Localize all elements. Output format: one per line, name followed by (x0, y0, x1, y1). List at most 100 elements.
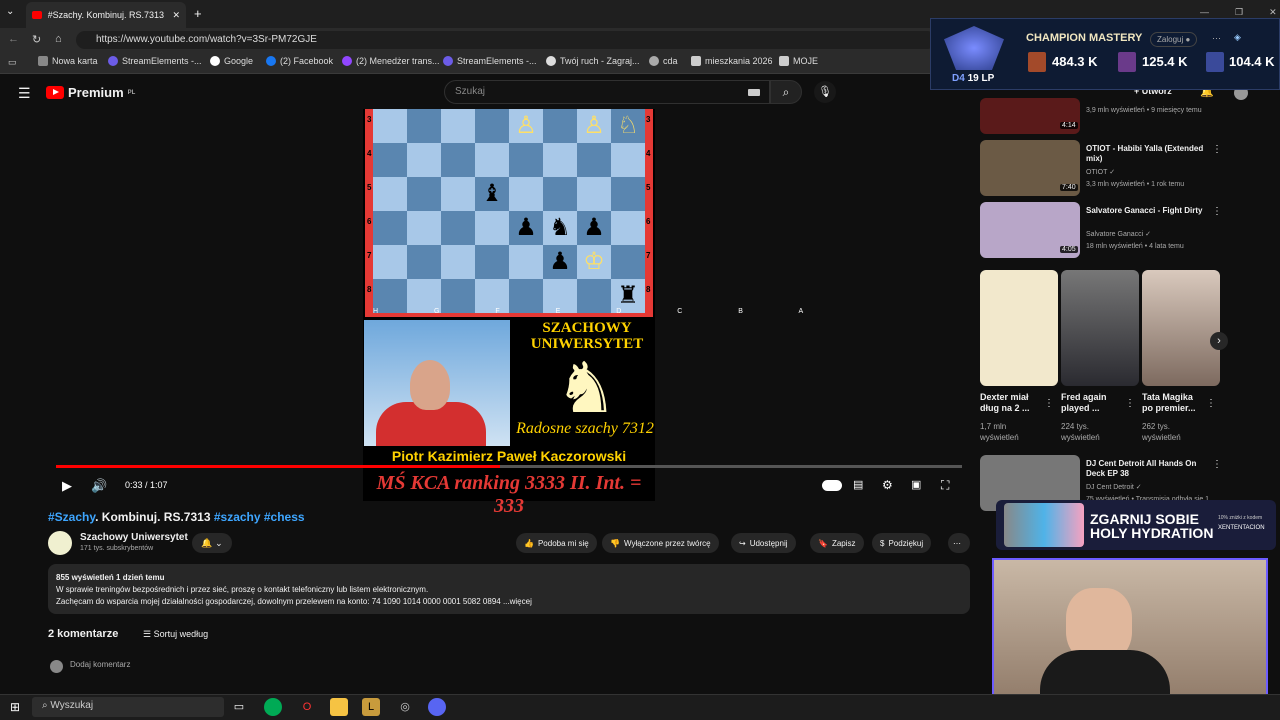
more-actions-icon[interactable]: ⋯ (948, 533, 970, 553)
bookmark-item[interactable]: StreamElements -... (443, 56, 537, 66)
rank-label: 8 (646, 285, 651, 294)
reading-list-icon[interactable]: ▭ (8, 57, 17, 68)
file-explorer-icon[interactable] (330, 698, 348, 716)
description-box[interactable]: 855 wyświetleń 1 dzień temu W sprawie tr… (48, 564, 970, 614)
search-input[interactable]: Szukaj (444, 80, 770, 104)
close-icon[interactable]: ✕ (172, 10, 180, 21)
discord-icon[interactable] (428, 698, 446, 716)
tab-list-icon[interactable]: ⌄ (6, 6, 14, 17)
reload-icon[interactable]: ↻ (32, 33, 41, 46)
more-options-icon[interactable]: ⋮ (1212, 144, 1222, 155)
minimize-icon[interactable]: — (1200, 7, 1209, 18)
chess-piece: ♘ (617, 112, 639, 139)
bookmark-item[interactable]: Google (210, 56, 253, 66)
more-options-icon[interactable]: ⋮ (1206, 398, 1216, 409)
volume-icon[interactable]: 🔊 (91, 478, 107, 494)
app-icon[interactable]: ◎ (396, 698, 414, 716)
short-thumbnail[interactable] (1142, 270, 1220, 386)
bookmark-item[interactable]: (2) Menedżer trans... (342, 56, 440, 66)
ad-product-image (1004, 503, 1084, 547)
close-window-icon[interactable]: ✕ (1269, 7, 1277, 18)
settings-icon[interactable]: ⚙ (882, 478, 893, 492)
channel-name[interactable]: OTIOT ✓ (1086, 168, 1216, 178)
home-icon[interactable]: ⌂ (55, 33, 62, 45)
notification-bell-button[interactable]: 🔔 ⌄ (192, 533, 232, 553)
mastery-stat: 484.3 K (1052, 54, 1098, 69)
taskbar-search[interactable]: ⌕ Wyszukaj (32, 697, 224, 717)
opera-icon[interactable]: O (298, 698, 316, 716)
keyboard-icon[interactable] (748, 89, 760, 96)
edge-browser-icon[interactable] (264, 698, 282, 716)
more-options-icon[interactable]: ⋮ (1212, 206, 1222, 217)
mic-icon[interactable]: 🎙 (814, 81, 836, 103)
progress-bar[interactable] (56, 465, 962, 468)
back-icon[interactable]: ← (8, 33, 19, 45)
rank-lp: D4 19 LP (952, 73, 994, 84)
bookmark-folder[interactable]: mieszkania 2026 (691, 56, 773, 66)
copilot-icon[interactable]: ◈ (1234, 32, 1241, 43)
bookmark-item[interactable]: cda (649, 56, 678, 66)
duration-badge: 4:05 (1060, 246, 1078, 253)
like-button[interactable]: 👍 Podoba mi się (516, 533, 597, 553)
youtube-logo[interactable]: Premium PL (46, 85, 135, 100)
bookmark-item[interactable]: Nowa karta (38, 56, 98, 66)
more-options-icon[interactable]: ⋮ (1212, 459, 1222, 470)
bookmark-item[interactable]: Twój ruch - Zagraj... (546, 56, 640, 66)
video-title[interactable]: DJ Cent Detroit All Hands On Deck EP 38 (1086, 459, 1206, 479)
title-hashtags[interactable]: #szachy #chess (214, 510, 305, 524)
login-button[interactable]: Zaloguj ● (1150, 32, 1198, 47)
channel-name[interactable]: Salvatore Ganacci ✓ (1086, 230, 1216, 240)
fullscreen-icon[interactable]: ⛶ (941, 478, 949, 493)
autoplay-toggle[interactable] (822, 480, 842, 491)
ad-brand: XENTENTACION (1218, 525, 1265, 531)
channel-name[interactable]: DJ Cent Detroit ✓ (1086, 483, 1216, 493)
league-client-icon[interactable]: L (362, 698, 380, 716)
sort-button[interactable]: ☰ Sortuj według (143, 629, 208, 640)
short-title[interactable]: Dexter miał dług na 2 ... (980, 392, 1040, 414)
bookmark-item[interactable]: StreamElements -... (108, 56, 202, 66)
bookmark-item[interactable]: (2) Facebook (266, 56, 333, 66)
subtitles-icon[interactable]: ▤ (853, 478, 863, 491)
video-title[interactable]: Salvatore Ganacci - Fight Dirty (1086, 206, 1206, 216)
video-title[interactable]: OTIOT - Habibi Yalla (Extended mix) (1086, 144, 1206, 164)
menu-icon[interactable]: ☰ (18, 85, 31, 102)
add-comment-input[interactable]: Dodaj komentarz (70, 660, 130, 669)
new-tab-icon[interactable]: + (194, 6, 202, 21)
board-square (611, 211, 645, 245)
share-button[interactable]: ↪ Udostępnij (731, 533, 796, 553)
board-square (475, 211, 509, 245)
windows-start-icon[interactable]: ⊞ (10, 700, 20, 714)
short-thumbnail[interactable] (980, 270, 1058, 386)
title-hashtag[interactable]: #Szachy (48, 510, 95, 524)
more-options-icon[interactable]: ⋮ (1125, 398, 1135, 409)
save-button[interactable]: 🔖 Zapisz (810, 533, 864, 553)
url-field[interactable]: https://www.youtube.com/watch?v=3Sr-PM72… (76, 31, 936, 49)
dislike-button[interactable]: 👎 Wyłączone przez twórcę (602, 533, 719, 553)
search-button[interactable]: ⌕ (770, 80, 802, 104)
short-title[interactable]: Tata Magika po premier... (1142, 392, 1202, 414)
rank-label: 8 (367, 285, 372, 294)
restore-icon[interactable]: ❐ (1235, 7, 1243, 18)
more-options-icon[interactable]: ⋯ (1212, 33, 1221, 44)
thanks-button[interactable]: $ Podziękuj (872, 533, 932, 553)
rank-label: 4 (646, 149, 651, 158)
logo-text: Premium (68, 85, 124, 100)
board-square (509, 245, 543, 279)
channel-name[interactable]: Szachowy Uniwersytet (80, 532, 188, 543)
task-view-icon[interactable]: ▭ (230, 698, 248, 716)
channel-avatar[interactable] (48, 531, 72, 555)
board-square (441, 177, 475, 211)
save-label: Zapisz (831, 538, 856, 548)
short-title[interactable]: Fred again played ... (1061, 392, 1121, 414)
series-label: Radosne szachy 7312 (516, 420, 654, 437)
youtube-play-icon (46, 86, 64, 99)
browser-tab[interactable]: #Szachy. Kombinuj. RS.7313 #szac ✕ (26, 2, 186, 28)
bookmark-folder[interactable]: MOJE (779, 56, 818, 66)
miniplayer-icon[interactable]: ▣ (911, 478, 921, 491)
chess-piece: ♟ (549, 248, 571, 275)
short-thumbnail[interactable] (1061, 270, 1139, 386)
play-icon[interactable]: ▶ (62, 478, 72, 494)
more-options-icon[interactable]: ⋮ (1044, 398, 1054, 409)
chevron-right-icon[interactable]: › (1210, 332, 1228, 350)
board-square (543, 109, 577, 143)
